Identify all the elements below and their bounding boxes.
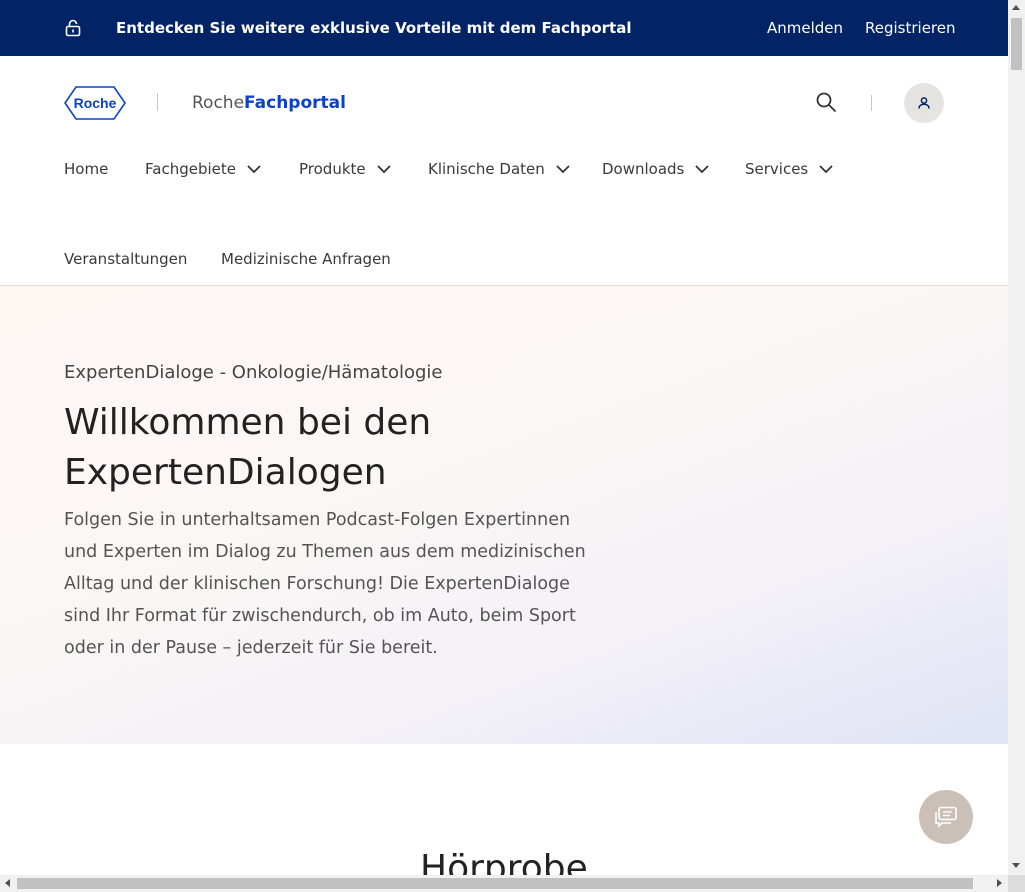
nav-home[interactable]: Home <box>64 160 108 178</box>
nav-label: Services <box>745 160 809 178</box>
nav-downloads[interactable]: Downloads <box>602 160 710 178</box>
brand-prefix: Roche <box>192 93 245 113</box>
search-icon[interactable] <box>815 91 837 113</box>
header-divider <box>871 95 872 111</box>
nav-label: Produkte <box>299 160 366 178</box>
chevron-down-icon <box>819 165 833 174</box>
brand-suffix: Fachportal <box>244 93 346 113</box>
lock-open-icon <box>65 19 81 37</box>
chat-button[interactable] <box>919 790 973 844</box>
scrollbar-corner <box>1008 875 1025 892</box>
page-viewport: Entdecken Sie weitere exklusive Vorteile… <box>0 0 1008 875</box>
nav-veranstaltungen[interactable]: Veranstaltungen <box>64 250 187 268</box>
section-title: Hörprobe <box>420 848 588 875</box>
scroll-down-arrow-icon[interactable] <box>1012 863 1020 868</box>
promo-text[interactable]: Entdecken Sie weitere exklusive Vorteile… <box>116 19 631 37</box>
login-link[interactable]: Anmelden <box>767 19 843 37</box>
user-icon <box>918 97 930 109</box>
vertical-scroll-thumb[interactable] <box>1011 18 1022 70</box>
nav-label: Fachgebiete <box>145 160 236 178</box>
nav-services[interactable]: Services <box>745 160 834 178</box>
chevron-down-icon <box>556 165 570 174</box>
vertical-scrollbar[interactable] <box>1008 0 1025 875</box>
scroll-right-arrow-icon[interactable] <box>997 879 1002 887</box>
chevron-down-icon <box>247 165 261 174</box>
nav-fachgebiete[interactable]: Fachgebiete <box>145 160 262 178</box>
user-account-button[interactable] <box>904 83 944 123</box>
nav-produkte[interactable]: Produkte <box>299 160 392 178</box>
hero-title: Willkommen bei den ExpertenDialogen <box>64 402 432 493</box>
svg-text:Roche: Roche <box>74 95 117 111</box>
hero-eyebrow: ExpertenDialoge - Onkologie/Hämatologie <box>64 362 443 383</box>
horizontal-scrollbar[interactable] <box>0 875 1008 892</box>
chevron-down-icon <box>695 165 710 174</box>
nav-label: Downloads <box>602 160 685 178</box>
scroll-up-arrow-icon[interactable] <box>1012 5 1020 10</box>
horizontal-scroll-thumb[interactable] <box>17 878 973 889</box>
nav-label: Home <box>64 160 109 178</box>
logo-divider <box>157 93 158 111</box>
nav-medizinische-anfragen[interactable]: Medizinische Anfragen <box>221 250 391 268</box>
scroll-left-arrow-icon[interactable] <box>5 879 10 887</box>
nav-label: Klinische Daten <box>428 160 545 178</box>
nav-klinische-daten[interactable]: Klinische Daten <box>428 160 571 178</box>
promo-bar: Entdecken Sie weitere exklusive Vorteile… <box>0 0 1008 56</box>
chevron-down-icon <box>376 165 391 174</box>
hero-text: Folgen Sie in unterhaltsamen Podcast-Fol… <box>64 510 586 658</box>
chat-icon <box>935 806 957 828</box>
register-link[interactable]: Registrieren <box>865 19 956 37</box>
roche-logo[interactable]: Roche <box>64 86 126 120</box>
brand-wordmark[interactable]: RocheFachportal <box>192 93 346 113</box>
